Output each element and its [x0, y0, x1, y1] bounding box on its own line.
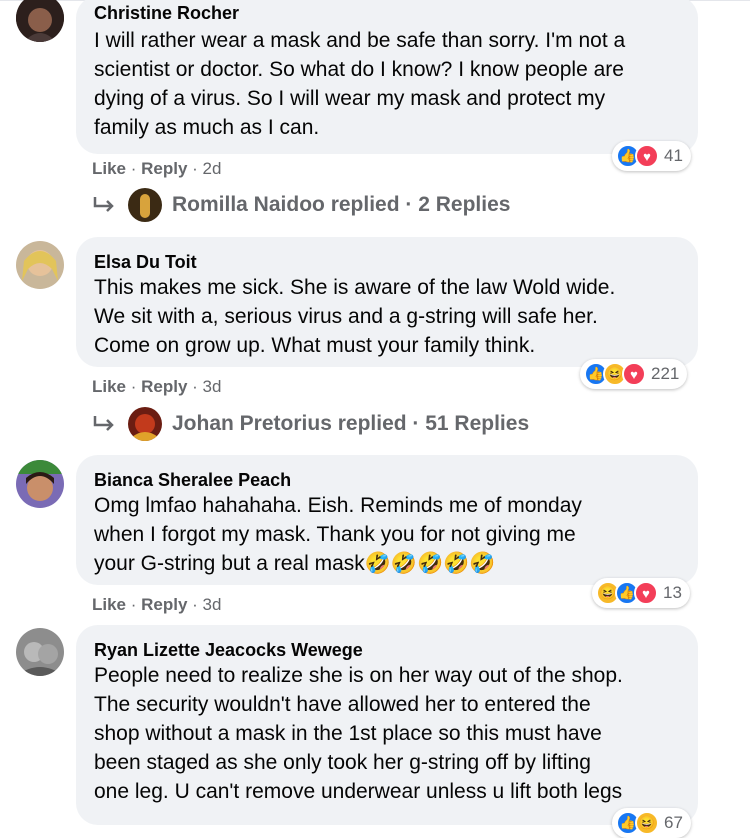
comment-author[interactable]: Elsa Du Toit [94, 251, 680, 273]
reaction-summary[interactable]: 👍 ♥ 41 [612, 141, 691, 171]
reply-link[interactable]: Reply [141, 595, 187, 614]
replies-label: replied · 51 Replies [337, 412, 530, 435]
like-link[interactable]: Like [92, 595, 126, 614]
avatar[interactable] [16, 241, 64, 289]
comment-actions: Like · Reply · 3d [92, 377, 222, 396]
reply-arrow-icon [93, 197, 114, 212]
comment-time[interactable]: 3d [203, 595, 222, 614]
comment-bubble: Christine Rocher I will rather wear a ma… [76, 0, 698, 154]
avatar[interactable] [16, 460, 64, 508]
comment-time[interactable]: 2d [203, 159, 222, 178]
comment-author[interactable]: Ryan Lizette Jeacocks Wewege [94, 639, 680, 661]
avatar [128, 188, 162, 222]
reply-link[interactable]: Reply [141, 377, 187, 396]
reply-link[interactable]: Reply [141, 159, 187, 178]
like-link[interactable]: Like [92, 377, 126, 396]
reaction-count: 67 [664, 813, 683, 832]
love-icon: ♥ [622, 362, 646, 386]
comment-text: Omg lmfao hahahaha. Eish. Reminds me of … [94, 491, 680, 578]
avatar [128, 407, 162, 441]
comment-actions: Like · Reply · 3d [92, 595, 222, 614]
comment-actions: Like · Reply · 2d [92, 159, 222, 178]
comment-text: This makes me sick. She is aware of the … [94, 276, 616, 357]
view-replies[interactable]: Romilla Naidoo replied · 2 Replies [92, 188, 510, 222]
reaction-count: 13 [663, 583, 682, 602]
rofl-emoji-row: 🤣🤣🤣🤣🤣 [364, 552, 496, 575]
love-icon: ♥ [634, 581, 658, 605]
reaction-summary[interactable]: 👍 😆 67 [612, 808, 691, 838]
like-link[interactable]: Like [92, 159, 126, 178]
reply-arrow-icon [93, 416, 114, 431]
reaction-count: 221 [651, 364, 680, 383]
reaction-summary[interactable]: 😆 👍 ♥ 13 [592, 578, 690, 608]
avatar[interactable] [16, 628, 64, 676]
reaction-count: 41 [664, 146, 683, 165]
view-replies[interactable]: Johan Pretorius replied · 51 Replies [92, 407, 529, 441]
comment-author[interactable]: Christine Rocher [94, 2, 680, 24]
replier-name: Romilla Naidoo [172, 193, 325, 216]
reaction-summary[interactable]: 👍 😆 ♥ 221 [580, 359, 688, 389]
avatar[interactable] [16, 0, 64, 42]
comment-text: I will rather wear a mask and be safe th… [94, 29, 626, 139]
comment-time[interactable]: 3d [203, 377, 222, 396]
comment-bubble: Ryan Lizette Jeacocks Wewege People need… [76, 625, 698, 825]
love-icon: ♥ [635, 144, 659, 168]
comment-author[interactable]: Bianca Sheralee Peach [94, 469, 680, 491]
comment-bubble: Bianca Sheralee Peach Omg lmfao hahahaha… [76, 455, 698, 585]
replier-name: Johan Pretorius [172, 412, 332, 435]
comment-bubble: Elsa Du Toit This makes me sick. She is … [76, 237, 698, 367]
haha-icon: 😆 [635, 811, 659, 835]
replies-label: replied · 2 Replies [330, 193, 511, 216]
comment-text-body: Omg lmfao hahahaha. Eish. Reminds me of … [94, 494, 582, 575]
comment-text: People need to realize she is on her way… [94, 664, 623, 803]
